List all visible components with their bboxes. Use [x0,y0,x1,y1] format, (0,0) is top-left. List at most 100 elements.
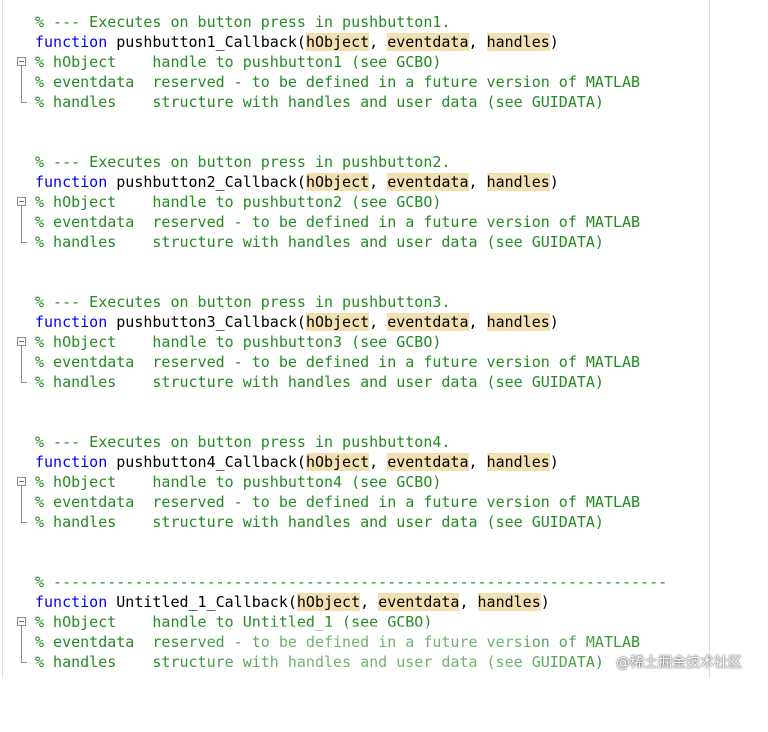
open-paren: ( [287,593,297,611]
fold-toggle-icon[interactable] [17,612,29,632]
arg-hobject[interactable]: hObject [296,593,361,611]
function-keyword: function [35,173,108,191]
function-keyword: function [35,593,108,611]
code-line[interactable]: % eventdata reserved - to be defined in … [0,72,768,92]
fold-line-icon [17,352,29,372]
function-declaration-line[interactable]: function pushbutton1_Callback(hObject, e… [0,32,768,52]
arg-separator: , [468,313,487,331]
code-editor[interactable]: % --- Executes on button press in pushbu… [0,0,768,678]
close-paren: ) [549,453,559,471]
arg-handles[interactable]: handles [486,313,550,331]
fold-toggle-icon[interactable] [17,52,29,72]
code-line[interactable]: % --- Executes on button press in pushbu… [0,152,768,172]
function-declaration-line[interactable]: function pushbutton2_Callback(hObject, e… [0,172,768,192]
section-comment: % --- Executes on button press in pushbu… [35,153,451,171]
code-line[interactable]: % hObject handle to pushbutton4 (see GCB… [0,472,768,492]
fold-end-icon [17,232,29,252]
doc-comment: % hObject handle to pushbutton3 (see GCB… [35,333,442,351]
doc-comment: % handles structure with handles and use… [35,233,604,251]
arg-eventdata[interactable]: eventdata [387,453,469,471]
arg-hobject[interactable]: hObject [305,313,370,331]
blank-line[interactable] [0,552,768,572]
arg-separator: , [369,453,388,471]
fold-toggle-icon[interactable] [17,192,29,212]
arg-separator: , [468,173,487,191]
arg-hobject[interactable]: hObject [305,173,370,191]
fold-end-icon [17,652,29,672]
doc-comment: % eventdata reserved - to be defined in … [35,493,641,511]
doc-comment: % hObject handle to Untitled_1 (see GCBO… [35,613,433,631]
doc-comment: % hObject handle to pushbutton2 (see GCB… [35,193,442,211]
blank-line[interactable] [0,252,768,272]
code-line[interactable]: % --- Executes on button press in pushbu… [0,12,768,32]
open-paren: ( [296,453,306,471]
fold-line-icon [17,632,29,652]
code-line[interactable]: % handles structure with handles and use… [0,512,768,532]
code-line[interactable]: % eventdata reserved - to be defined in … [0,632,768,652]
section-comment: % --- Executes on button press in pushbu… [35,433,451,451]
arg-hobject[interactable]: hObject [305,33,370,51]
function-declaration-line[interactable]: function Untitled_1_Callback(hObject, ev… [0,592,768,612]
code-line[interactable]: % handles structure with handles and use… [0,372,768,392]
close-paren: ) [549,173,559,191]
function-name[interactable]: pushbutton1_Callback [116,33,297,51]
blank-line[interactable] [0,412,768,432]
doc-comment: % handles structure with handles and use… [35,93,604,111]
section-divider-comment: % --------------------------------------… [35,573,668,591]
arg-hobject[interactable]: hObject [305,453,370,471]
arg-separator: , [360,593,379,611]
fold-toggle-icon[interactable] [17,472,29,492]
blank-line[interactable] [0,392,768,412]
arg-separator: , [468,33,487,51]
arg-separator: , [459,593,478,611]
function-keyword: function [35,453,108,471]
doc-comment: % handles structure with handles and use… [35,653,604,671]
function-name[interactable]: Untitled_1_Callback [116,593,288,611]
code-line[interactable]: % eventdata reserved - to be defined in … [0,212,768,232]
arg-eventdata[interactable]: eventdata [387,33,469,51]
function-name[interactable]: pushbutton3_Callback [116,313,297,331]
code-line[interactable]: % --------------------------------------… [0,572,768,592]
open-paren: ( [296,33,306,51]
code-line[interactable]: % --- Executes on button press in pushbu… [0,292,768,312]
arg-eventdata[interactable]: eventdata [387,313,469,331]
fold-line-icon [17,212,29,232]
code-line[interactable]: % hObject handle to pushbutton1 (see GCB… [0,52,768,72]
code-area[interactable]: % --- Executes on button press in pushbu… [0,12,768,672]
watermark-text: @稀土掘金技术社区 [616,655,742,671]
function-name[interactable]: pushbutton2_Callback [116,173,297,191]
fold-line-icon [17,72,29,92]
code-line[interactable]: % handles structure with handles and use… [0,232,768,252]
fold-toggle-icon[interactable] [17,332,29,352]
arg-handles[interactable]: handles [486,173,550,191]
fold-end-icon [17,512,29,532]
close-paren: ) [549,313,559,331]
arg-handles[interactable]: handles [477,593,541,611]
section-comment: % --- Executes on button press in pushbu… [35,293,451,311]
arg-handles[interactable]: handles [486,453,550,471]
arg-eventdata[interactable]: eventdata [378,593,460,611]
arg-eventdata[interactable]: eventdata [387,173,469,191]
code-line[interactable]: % hObject handle to Untitled_1 (see GCBO… [0,612,768,632]
close-paren: ) [549,33,559,51]
doc-comment: % hObject handle to pushbutton1 (see GCB… [35,53,442,71]
blank-line[interactable] [0,532,768,552]
function-declaration-line[interactable]: function pushbutton4_Callback(hObject, e… [0,452,768,472]
code-line[interactable]: % handles structure with handles and use… [0,92,768,112]
code-line[interactable]: % --- Executes on button press in pushbu… [0,432,768,452]
blank-line[interactable] [0,132,768,152]
open-paren: ( [296,313,306,331]
code-line[interactable]: % eventdata reserved - to be defined in … [0,492,768,512]
function-name[interactable]: pushbutton4_Callback [116,453,297,471]
function-declaration-line[interactable]: function pushbutton3_Callback(hObject, e… [0,312,768,332]
doc-comment: % handles structure with handles and use… [35,373,604,391]
doc-comment: % eventdata reserved - to be defined in … [35,213,641,231]
blank-line[interactable] [0,112,768,132]
code-line[interactable]: % hObject handle to pushbutton3 (see GCB… [0,332,768,352]
arg-handles[interactable]: handles [486,33,550,51]
arg-separator: , [369,173,388,191]
code-line[interactable]: % hObject handle to pushbutton2 (see GCB… [0,192,768,212]
blank-line[interactable] [0,272,768,292]
fold-end-icon [17,372,29,392]
code-line[interactable]: % eventdata reserved - to be defined in … [0,352,768,372]
